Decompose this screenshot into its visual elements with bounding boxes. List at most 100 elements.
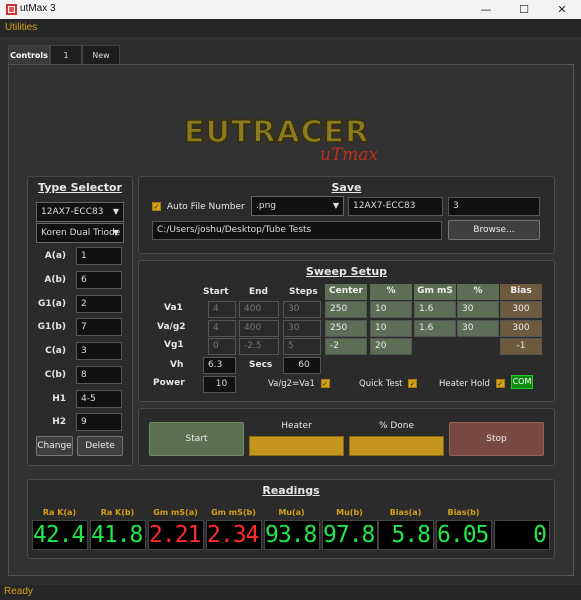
param-c-a-field[interactable]: 3 bbox=[76, 342, 122, 360]
eutracer-logo: EUTRACER uTmax bbox=[183, 114, 378, 165]
reading-display: 2.21 bbox=[148, 520, 204, 550]
param-a-a-field[interactable]: 1 bbox=[76, 247, 122, 265]
param-g1-b-field[interactable]: 7 bbox=[76, 318, 122, 336]
tab-new[interactable]: New bbox=[82, 45, 120, 65]
auto-file-number-checkbox[interactable]: ✓ Auto File Number bbox=[152, 202, 245, 212]
auto-file-number-label: Auto File Number bbox=[166, 202, 245, 212]
va1-gm-field[interactable]: 1.6 bbox=[414, 301, 456, 318]
vag2-bias-field[interactable]: 300 bbox=[500, 320, 542, 337]
menu-bar: Utilities bbox=[0, 19, 581, 37]
reading-label: Ra K(b) bbox=[100, 508, 135, 517]
percent-done-progress-bar bbox=[349, 436, 444, 456]
vag2-percent2-field[interactable]: 30 bbox=[457, 320, 499, 337]
checkbox-checked-icon: ✓ bbox=[152, 202, 161, 211]
tube-type-value: 12AX7-ECC83 bbox=[41, 207, 104, 217]
secs-label: Secs bbox=[249, 360, 273, 370]
file-name-field[interactable]: 12AX7-ECC83 bbox=[348, 197, 443, 216]
vg1-label: Vg1 bbox=[164, 340, 184, 350]
type-selector-title: Type Selector bbox=[38, 181, 122, 194]
quick-test-checkbox[interactable]: Quick Test ✓ bbox=[359, 379, 418, 389]
va1-bias-field[interactable]: 300 bbox=[500, 301, 542, 318]
checkbox-checked-icon: ✓ bbox=[408, 379, 418, 388]
end-header: End bbox=[249, 287, 268, 297]
heater-hold-checkbox[interactable]: Heater Hold ✓ bbox=[439, 379, 505, 389]
bias-header: Bias bbox=[500, 284, 542, 300]
vag2-equals-va1-label: Va/g2=Va1 bbox=[268, 379, 315, 389]
menu-utilities[interactable]: Utilities bbox=[5, 22, 37, 33]
secs-field[interactable]: 60 bbox=[283, 357, 321, 374]
va1-percent-field[interactable]: 10 bbox=[370, 301, 412, 318]
vag2-start-field[interactable]: 4 bbox=[208, 320, 236, 337]
reading-display: 93.8 bbox=[264, 520, 320, 550]
delete-button[interactable]: Delete bbox=[77, 436, 123, 456]
com-indicator: COM bbox=[511, 375, 533, 389]
vag2-percent-field[interactable]: 10 bbox=[370, 320, 412, 337]
vag2-center-field[interactable]: 250 bbox=[325, 320, 367, 337]
power-label: Power bbox=[153, 378, 185, 388]
browse-button[interactable]: Browse... bbox=[448, 220, 540, 240]
steps-header: Steps bbox=[289, 287, 318, 297]
title-bar: utMax 3 — ☐ ✕ bbox=[0, 0, 581, 19]
percent-done-label: % Done bbox=[378, 421, 415, 431]
file-format-select[interactable]: .png ▼ bbox=[251, 196, 344, 216]
reading-display: 42.4 bbox=[32, 520, 88, 550]
save-path-field[interactable]: C:/Users/joshu/Desktop/Tube Tests bbox=[152, 221, 442, 240]
file-number-field[interactable]: 3 bbox=[448, 197, 540, 216]
param-h1-field[interactable]: 4-5 bbox=[76, 390, 122, 408]
tab-controls[interactable]: Controls bbox=[8, 45, 50, 65]
stop-button[interactable]: Stop bbox=[449, 422, 544, 456]
gm-header: Gm mS bbox=[414, 284, 456, 300]
window-title: utMax 3 bbox=[20, 3, 56, 14]
param-label: A(b) bbox=[44, 275, 66, 285]
param-label: A(a) bbox=[44, 251, 66, 261]
reading-label: Gm mS(a) bbox=[153, 508, 198, 517]
sweep-setup-title: Sweep Setup bbox=[305, 265, 388, 278]
tab-1[interactable]: 1 bbox=[50, 45, 82, 65]
vag2-gm-field[interactable]: 1.6 bbox=[414, 320, 456, 337]
param-label: H1 bbox=[52, 394, 66, 404]
reading-label: Bias(a) bbox=[389, 508, 422, 517]
reading-display: 0 bbox=[494, 520, 550, 550]
va1-steps-field[interactable]: 30 bbox=[283, 301, 321, 318]
param-label: C(b) bbox=[44, 370, 66, 380]
percent-header: % bbox=[370, 284, 412, 300]
vh-field[interactable]: 6.3 bbox=[203, 357, 236, 374]
start-button[interactable]: Start bbox=[149, 422, 244, 456]
param-g1-a-field[interactable]: 2 bbox=[76, 295, 122, 313]
vg1-bias-field[interactable]: -1 bbox=[500, 338, 542, 355]
reading-display: 97.8 bbox=[322, 520, 378, 550]
param-h2-field[interactable]: 9 bbox=[76, 413, 122, 431]
va1-end-field[interactable]: 400 bbox=[239, 301, 279, 318]
param-c-b-field[interactable]: 8 bbox=[76, 366, 122, 384]
vg1-steps-field[interactable]: 5 bbox=[283, 338, 321, 355]
param-a-b-field[interactable]: 6 bbox=[76, 271, 122, 289]
change-button[interactable]: Change bbox=[36, 436, 73, 456]
app-icon bbox=[6, 4, 17, 15]
vag2-label: Va/g2 bbox=[157, 322, 186, 332]
param-label: H2 bbox=[52, 417, 66, 427]
vg1-percent-field[interactable]: 20 bbox=[370, 338, 412, 355]
checkbox-checked-icon: ✓ bbox=[495, 379, 505, 388]
start-header: Start bbox=[203, 287, 229, 297]
vag2-steps-field[interactable]: 30 bbox=[283, 320, 321, 337]
reading-label: Mu(a) bbox=[278, 508, 305, 517]
vag2-end-field[interactable]: 400 bbox=[239, 320, 279, 337]
minimize-button[interactable]: — bbox=[467, 0, 505, 19]
power-field[interactable]: 10 bbox=[203, 376, 236, 393]
maximize-button[interactable]: ☐ bbox=[505, 0, 543, 19]
vag2-equals-va1-checkbox[interactable]: Va/g2=Va1 ✓ bbox=[268, 379, 330, 389]
vg1-start-field[interactable]: 0 bbox=[208, 338, 236, 355]
reading-display: 2.34 bbox=[206, 520, 262, 550]
va1-percent2-field[interactable]: 30 bbox=[457, 301, 499, 318]
va1-center-field[interactable]: 250 bbox=[325, 301, 367, 318]
param-label: G1(b) bbox=[37, 322, 66, 332]
va1-start-field[interactable]: 4 bbox=[208, 301, 236, 318]
close-button[interactable]: ✕ bbox=[543, 0, 581, 19]
va1-label: Va1 bbox=[164, 303, 183, 313]
vg1-end-field[interactable]: -2.5 bbox=[239, 338, 279, 355]
model-select[interactable]: Koren Dual Triode ▼ bbox=[36, 223, 124, 243]
tube-type-select[interactable]: 12AX7-ECC83 ▼ bbox=[36, 202, 124, 222]
chevron-down-icon: ▼ bbox=[112, 228, 119, 237]
vg1-center-field[interactable]: -2 bbox=[325, 338, 367, 355]
status-bar: Ready bbox=[0, 585, 581, 600]
